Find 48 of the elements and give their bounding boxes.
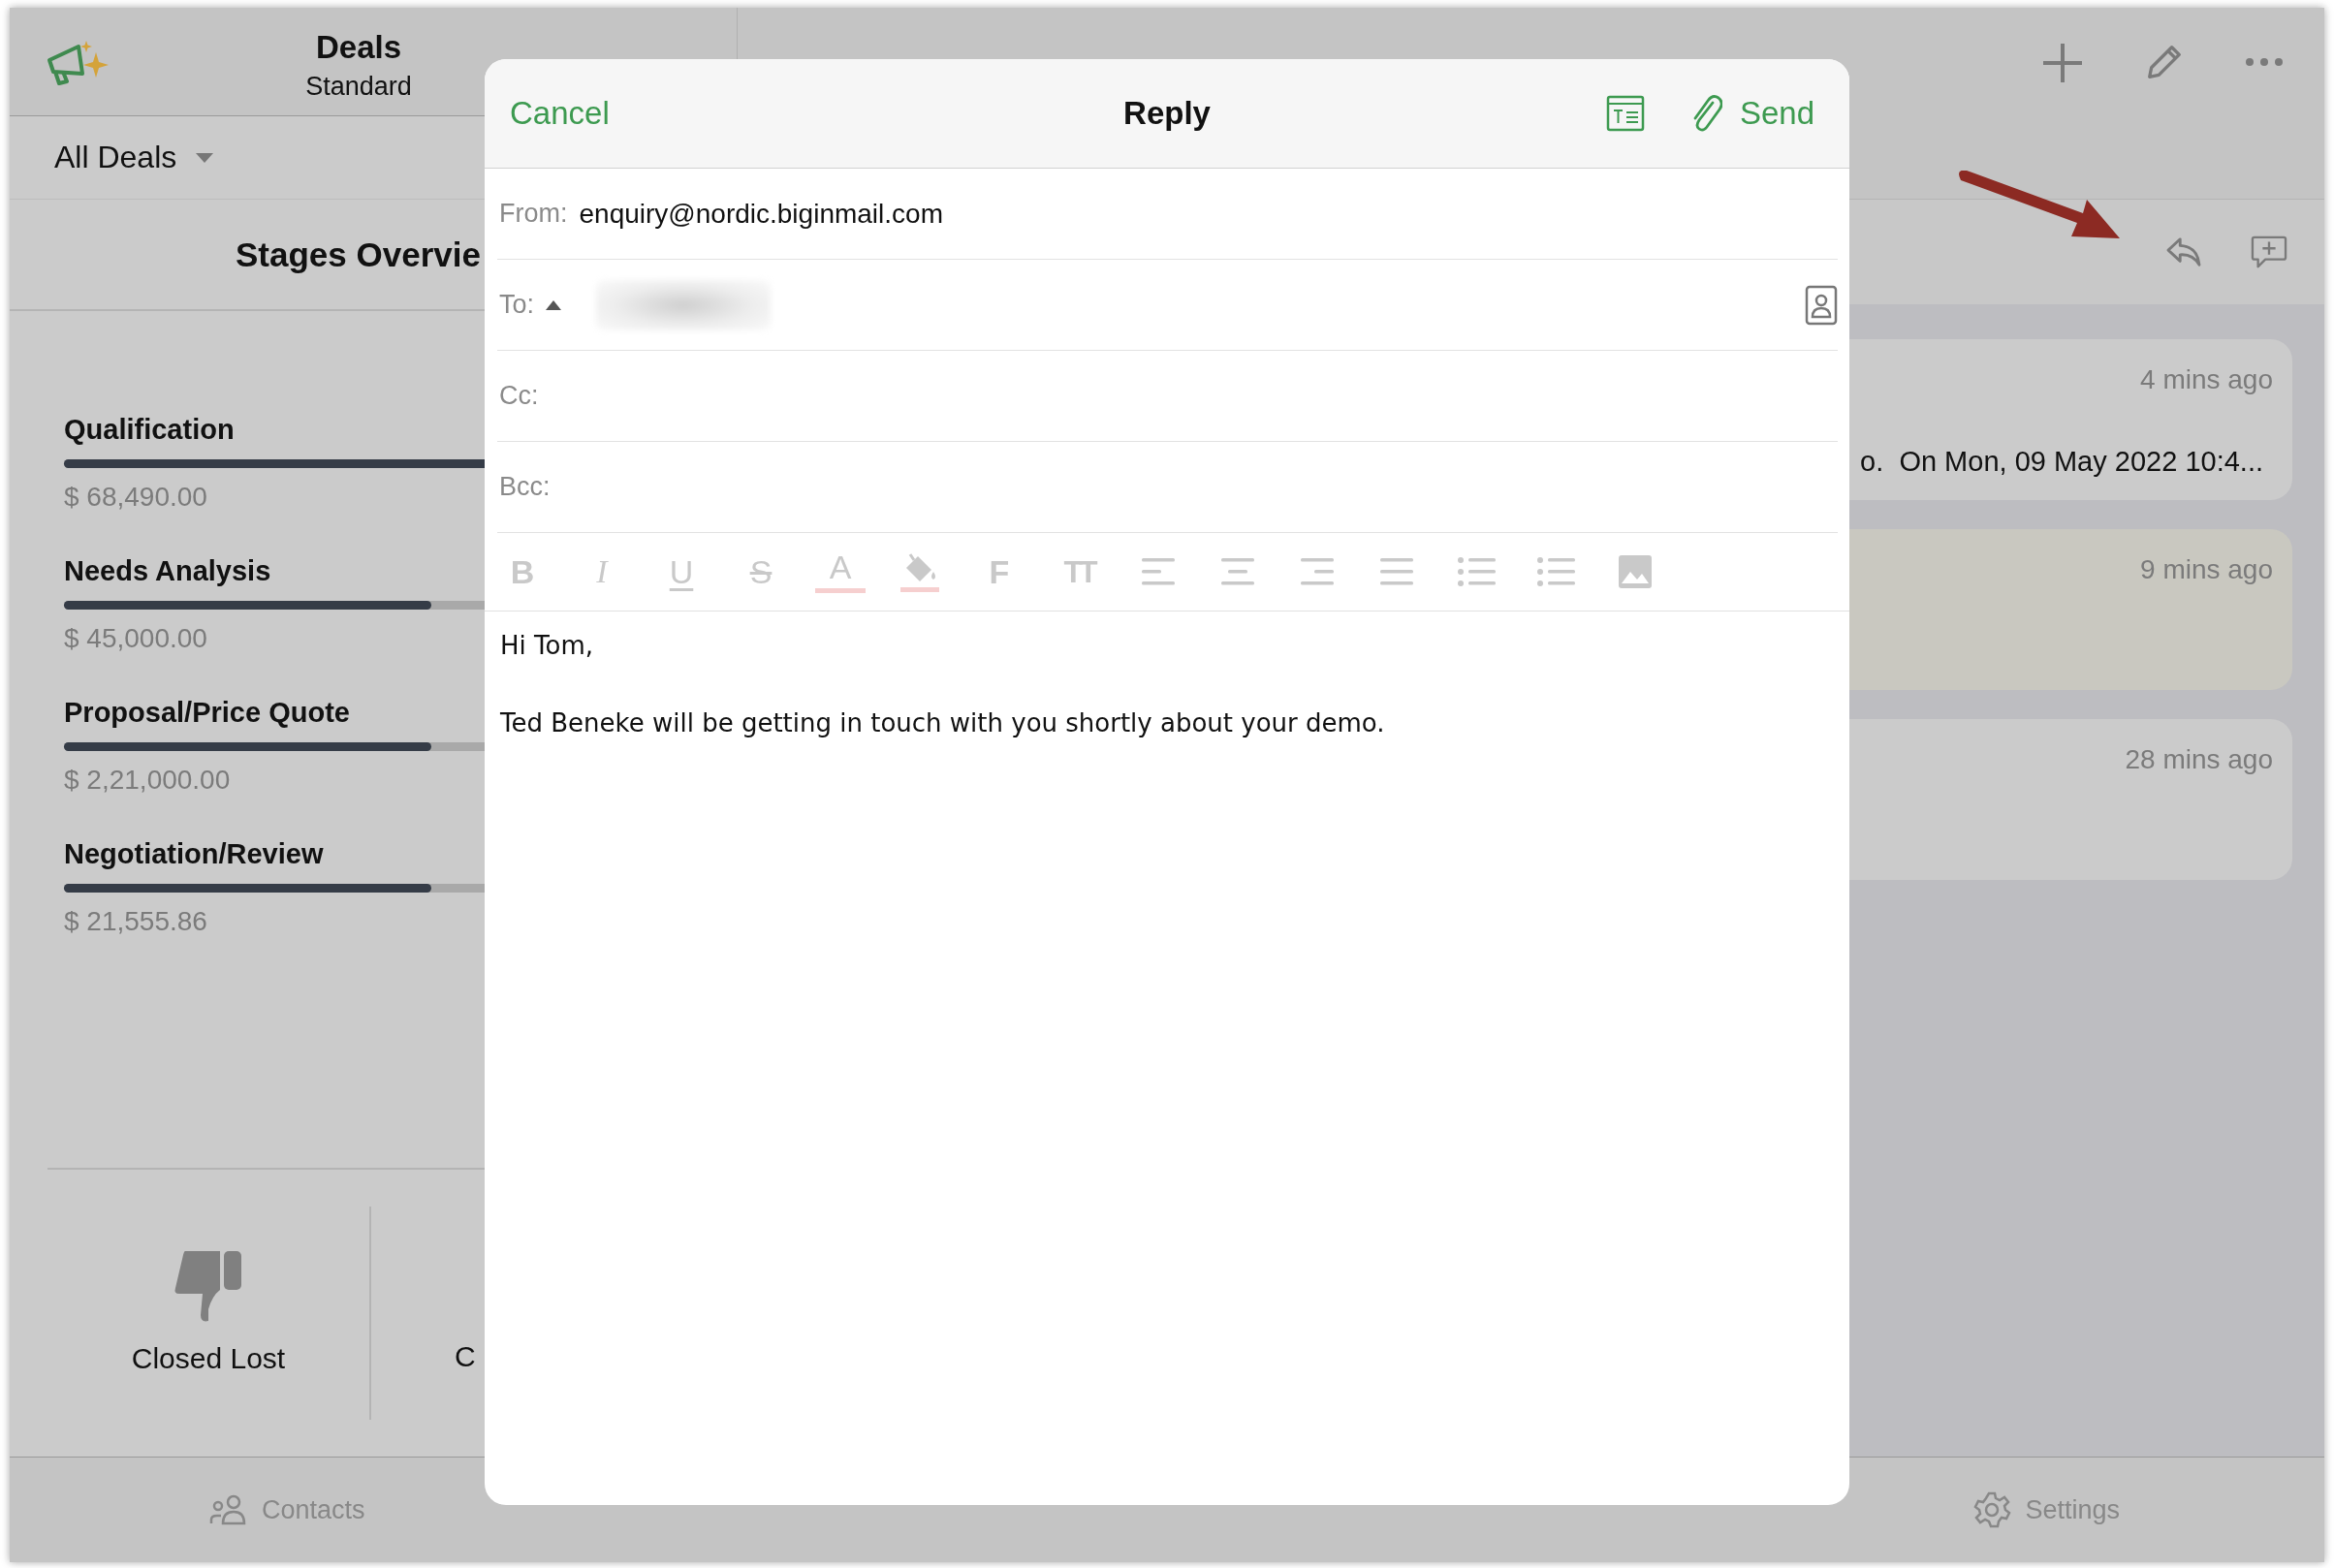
page-title: Deals bbox=[315, 29, 402, 66]
thumbs-down-icon bbox=[173, 1251, 243, 1323]
from-value: enquiry@nordic.biginmail.com bbox=[579, 198, 943, 230]
people-icon bbox=[209, 1494, 248, 1525]
field-label: Bcc: bbox=[499, 472, 551, 502]
card-time: 4 mins ago bbox=[2140, 364, 2273, 395]
settings-icon bbox=[1972, 1490, 2012, 1529]
numbered-list-icon bbox=[1457, 556, 1496, 587]
page-subtitle: Standard bbox=[305, 72, 412, 102]
stage-name: Needs Analysis bbox=[64, 555, 271, 587]
add-comment-icon[interactable] bbox=[2251, 235, 2287, 269]
reply-icon[interactable] bbox=[2165, 236, 2202, 267]
send-button[interactable]: Send bbox=[1729, 89, 1824, 138]
stage-amount: $ 68,490.00 bbox=[64, 482, 207, 513]
contact-card-icon[interactable] bbox=[1805, 284, 1838, 326]
field-label: Cc: bbox=[499, 381, 539, 411]
tab[interactable]: Contacts bbox=[204, 1458, 371, 1562]
field-label: From: bbox=[499, 199, 568, 229]
align-left-icon bbox=[1142, 558, 1175, 585]
image-icon bbox=[1618, 554, 1653, 589]
stage-amount: $ 2,21,000.00 bbox=[64, 765, 231, 796]
caret-up-icon[interactable] bbox=[546, 299, 562, 310]
tab[interactable]: Settings bbox=[1967, 1458, 2126, 1562]
section-title: Stages Overvie bbox=[236, 235, 481, 274]
message-line: Hi Tom, bbox=[500, 631, 594, 660]
dialog-title: Reply bbox=[1122, 95, 1212, 132]
stage-name: Negotiation/Review bbox=[64, 838, 324, 870]
stage-amount: $ 21,555.86 bbox=[64, 906, 207, 937]
stage-amount: $ 45,000.00 bbox=[64, 623, 207, 654]
outcome-label[interactable]: C bbox=[455, 1340, 476, 1373]
field-label: To: bbox=[499, 290, 535, 320]
align-center-icon bbox=[1221, 558, 1254, 585]
cancel-button[interactable]: Cancel bbox=[500, 89, 619, 138]
stage-name: Proposal/Price Quote bbox=[64, 697, 350, 729]
justify-icon bbox=[1380, 558, 1413, 585]
card-snippet: o. On Mon, 09 May 2022 10:4... bbox=[1860, 446, 2263, 478]
outcome-label[interactable]: Closed Lost bbox=[131, 1342, 286, 1375]
card-time: 9 mins ago bbox=[2140, 554, 2273, 585]
template-icon[interactable] bbox=[1605, 95, 1645, 132]
stage-name: Qualification bbox=[64, 414, 235, 446]
filter-dropdown[interactable]: All Deals bbox=[45, 136, 224, 179]
message-line: Ted Beneke will be getting in touch with you shortly about your demo. bbox=[500, 708, 1386, 737]
card-time: 28 mins ago bbox=[2125, 744, 2273, 775]
align-right-icon bbox=[1301, 558, 1334, 585]
more-icon[interactable] bbox=[2245, 57, 2284, 67]
caret-icon bbox=[196, 152, 214, 163]
plus-icon[interactable] bbox=[2041, 42, 2084, 84]
bulleted-list-icon bbox=[1536, 556, 1575, 587]
